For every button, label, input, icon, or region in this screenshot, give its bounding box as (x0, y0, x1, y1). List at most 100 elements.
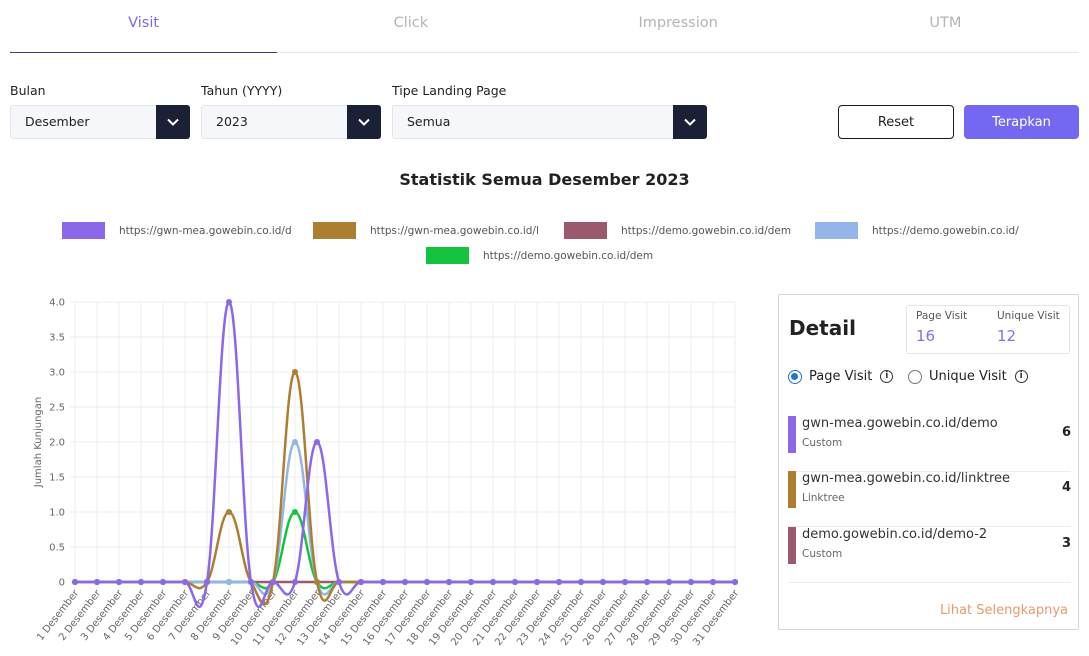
legend-swatch (313, 222, 356, 239)
landing-type-select[interactable]: Semua (392, 105, 707, 139)
data-point (94, 579, 100, 585)
legend-label: https://gwn-mea.gowebin.co.id/l (370, 224, 539, 237)
tab-click[interactable]: Click (277, 0, 544, 52)
y-tick-label: 0 (59, 578, 65, 589)
data-point (490, 579, 496, 585)
page-visit-stat: Page Visit 16 (916, 310, 967, 345)
detail-title: Detail (789, 316, 856, 340)
list-item-type: Custom (802, 437, 843, 449)
tab-impression[interactable]: Impression (545, 0, 812, 52)
data-point (578, 579, 584, 585)
legend-label: https://gwn-mea.gowebin.co.id/d (119, 224, 292, 237)
data-point (292, 439, 298, 445)
landing-type-select-value: Semua (407, 114, 451, 129)
line-chart: 0 0.5 1.0 1.5 2.0 2.5 3.0 3.5 4.0 Jumlah Kunjunga… (33, 298, 742, 649)
y-tick-label: 3.0 (49, 368, 65, 379)
y-tick-label: 4.0 (49, 298, 65, 309)
radio-unique-visit[interactable]: Unique Visit i (908, 369, 1028, 384)
data-point (292, 369, 298, 375)
legend-label: https://demo.gowebin.co.id/dem (621, 224, 792, 237)
data-point (314, 579, 320, 585)
data-point (424, 579, 430, 585)
data-point (226, 299, 232, 305)
list-item-count: 4 (1061, 480, 1071, 495)
legend-label: https://demo.gowebin.co.id/ (872, 224, 1019, 237)
data-point (182, 579, 188, 585)
radio-unchecked-icon[interactable] (908, 369, 922, 384)
list-item[interactable]: demo.gowebin.co.id/demo-2 Custom 3 (788, 527, 1071, 583)
see-more-link[interactable]: Lihat Selengkapnya (940, 603, 1068, 618)
year-label: Tahun (YYYY) (201, 83, 283, 98)
list-item-count: 6 (1061, 425, 1071, 440)
apply-button[interactable]: Terapkan (964, 105, 1079, 139)
data-point (644, 579, 650, 585)
month-label: Bulan (10, 83, 46, 98)
chevron-down-icon[interactable] (156, 105, 190, 139)
data-point (138, 579, 144, 585)
data-point (380, 579, 386, 585)
y-tick-label: 2.5 (49, 403, 65, 414)
data-point (512, 579, 518, 585)
y-tick-label: 1.5 (49, 473, 65, 484)
chevron-down-icon[interactable] (673, 105, 707, 139)
data-point (116, 579, 122, 585)
color-indicator (788, 416, 796, 453)
list-item[interactable]: gwn-mea.gowebin.co.id/demo Custom 6 (788, 416, 1071, 472)
radio-page-visit[interactable]: Page Visit i (788, 369, 894, 384)
reset-button[interactable]: Reset (838, 105, 954, 139)
data-point (248, 579, 254, 585)
legend-swatch (564, 222, 607, 239)
tab-utm[interactable]: UTM (812, 0, 1079, 52)
data-point (710, 579, 716, 585)
info-icon[interactable]: i (1014, 370, 1028, 383)
list-item-url: gwn-mea.gowebin.co.id/demo (802, 416, 998, 431)
page-visit-value: 16 (916, 327, 936, 345)
info-icon[interactable]: i (880, 370, 894, 383)
data-point (336, 579, 342, 585)
radio-checked-icon[interactable] (788, 369, 802, 384)
y-tick-label: 1.0 (49, 508, 65, 519)
year-select[interactable]: 2023 (201, 105, 381, 139)
month-select[interactable]: Desember (10, 105, 190, 139)
detail-panel: Detail Page Visit 16 Unique Visit 12 Pag… (778, 294, 1079, 630)
y-tick-label: 3.5 (49, 333, 65, 344)
data-point (292, 509, 298, 515)
list-item-type: Linktree (802, 492, 845, 504)
data-point (72, 579, 78, 585)
color-indicator (788, 471, 796, 508)
landing-type-label: Tipe Landing Page (392, 83, 507, 98)
data-point (160, 579, 166, 585)
color-indicator (788, 527, 796, 564)
data-point (402, 579, 408, 585)
y-tick-label: 2.0 (49, 438, 65, 449)
data-point (226, 509, 232, 515)
legend-item[interactable]: https://gwn-mea.gowebin.co.id/d (62, 222, 292, 239)
list-item-type: Custom (802, 548, 843, 560)
legend-item[interactable]: https://demo.gowebin.co.id/ (815, 222, 1019, 239)
list-item-url: demo.gowebin.co.id/demo-2 (802, 527, 988, 542)
data-point (666, 579, 672, 585)
legend-label: https://demo.gowebin.co.id/dem (483, 249, 654, 262)
legend-item[interactable]: https://demo.gowebin.co.id/dem (564, 222, 791, 239)
list-item-count: 3 (1061, 536, 1071, 551)
y-tick-label: 0.5 (49, 543, 65, 554)
tab-visit[interactable]: Visit (10, 0, 278, 53)
data-point (292, 579, 298, 585)
unique-visit-stat: Unique Visit 12 (997, 310, 1060, 345)
tab-bar: Visit Click Impression UTM (10, 0, 1079, 53)
legend-swatch (815, 222, 858, 239)
legend-item[interactable]: https://demo.gowebin.co.id/dem (426, 247, 653, 264)
data-point (468, 579, 474, 585)
data-point (226, 579, 232, 585)
data-point (358, 579, 364, 585)
data-point (314, 439, 320, 445)
list-item[interactable]: gwn-mea.gowebin.co.id/linktree Linktree … (788, 471, 1071, 527)
data-point (270, 579, 276, 585)
chart-title: Statistik Semua Desember 2023 (399, 170, 690, 189)
unique-visit-value: 12 (997, 327, 1017, 345)
chevron-down-icon[interactable] (347, 105, 381, 139)
legend-item[interactable]: https://gwn-mea.gowebin.co.id/l (313, 222, 539, 239)
legend-swatch (62, 222, 105, 239)
data-point (446, 579, 452, 585)
list-item-url: gwn-mea.gowebin.co.id/linktree (802, 471, 1011, 486)
